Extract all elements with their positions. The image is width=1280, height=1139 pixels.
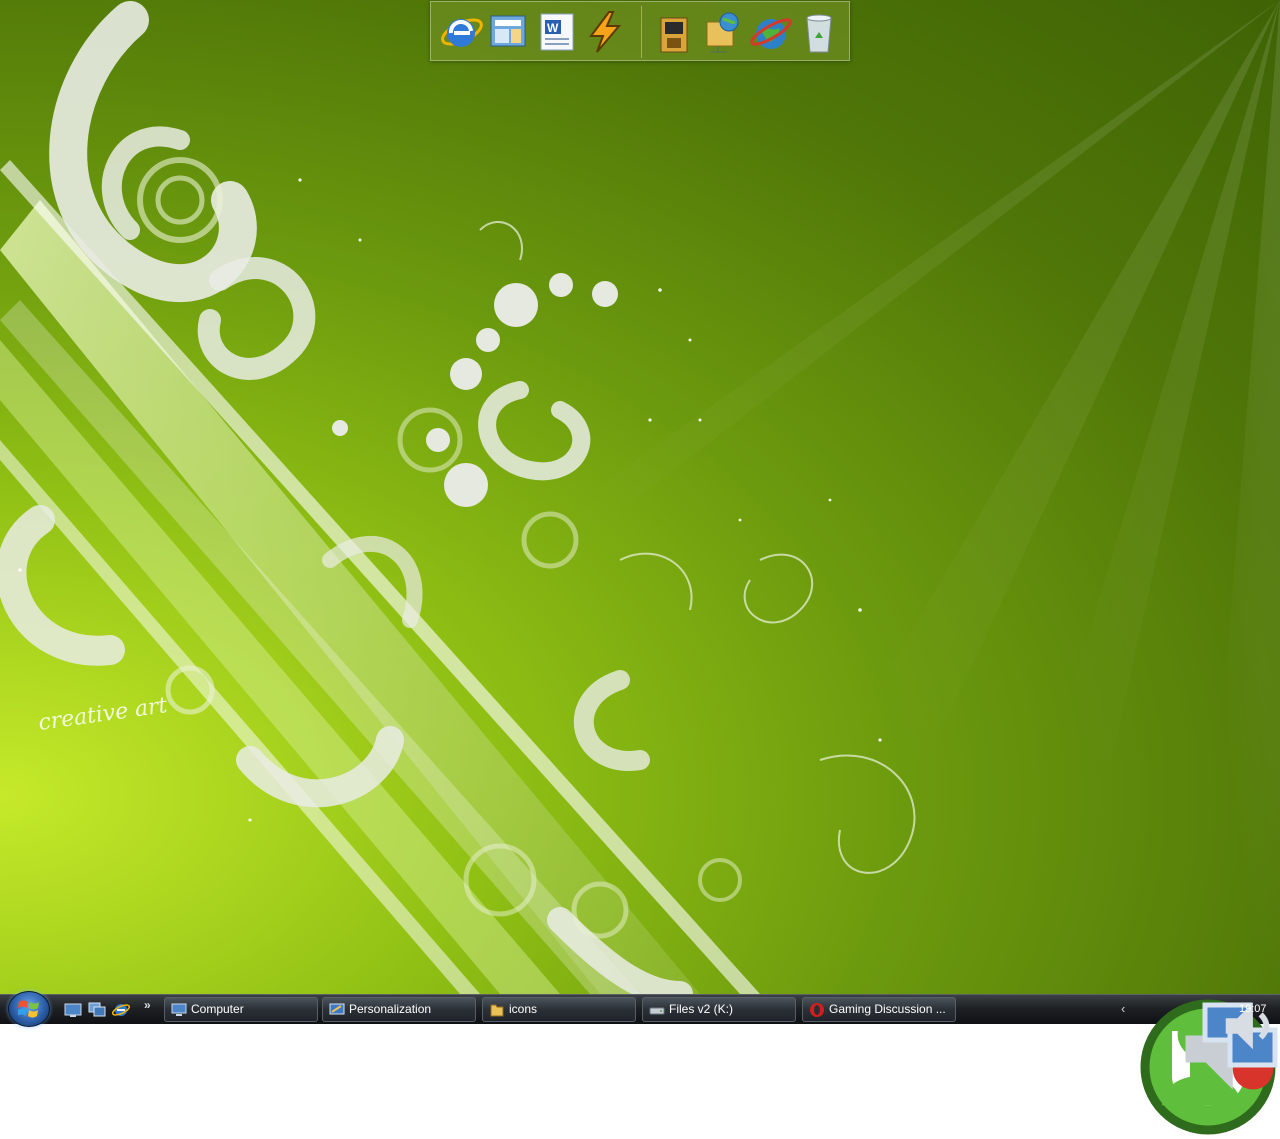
dock-separator [641, 6, 642, 58]
network-folder-icon[interactable] [699, 8, 747, 56]
switch-windows-icon[interactable] [88, 1002, 106, 1018]
task-label: icons [509, 1002, 538, 1016]
drive-icon [649, 1007, 665, 1015]
task-label: Computer [191, 1002, 244, 1016]
internet-explorer-icon[interactable] [437, 8, 485, 56]
task-button-computer[interactable]: Computer [164, 997, 318, 1022]
icon-dock: W [430, 1, 850, 61]
quick-launch-overflow-button[interactable]: » [144, 998, 151, 1012]
task-button-icons[interactable]: icons [482, 997, 636, 1022]
show-desktop-icon[interactable] [64, 1002, 82, 1018]
winamp-icon[interactable] [581, 8, 629, 56]
svg-text:W: W [547, 21, 559, 35]
taskbar: » Computer Personalization icons Files v… [0, 991, 1280, 1135]
mail-icon[interactable] [485, 8, 533, 56]
opera-icon [810, 1003, 824, 1017]
arcade-icon[interactable] [651, 8, 699, 56]
task-label: Files v2 (K:) [669, 1002, 734, 1016]
windows-logo-icon [18, 1000, 39, 1018]
computer-icon [171, 1003, 187, 1016]
task-button-personalization[interactable]: Personalization [322, 997, 476, 1022]
task-button-files-v2[interactable]: Files v2 (K:) [642, 997, 796, 1022]
recycle-bin-icon[interactable] [795, 8, 843, 56]
start-button[interactable] [8, 991, 50, 1027]
folder-icon [490, 1004, 504, 1017]
internet-explorer-icon[interactable] [112, 1002, 130, 1018]
internet-globe-icon[interactable] [747, 8, 795, 56]
task-button-gaming-discussion[interactable]: Gaming Discussion ... [802, 997, 956, 1022]
clock[interactable]: 19:07 [1239, 1003, 1267, 1015]
task-label: Gaming Discussion ... [829, 1002, 946, 1016]
tray-expand-button[interactable]: ‹ [1121, 1001, 1125, 1016]
word-icon[interactable]: W [533, 8, 581, 56]
task-label: Personalization [349, 1002, 432, 1016]
desktop[interactable]: creative art [0, 0, 1280, 994]
wallpaper-art [0, 0, 1280, 994]
personalization-icon [329, 1003, 345, 1015]
